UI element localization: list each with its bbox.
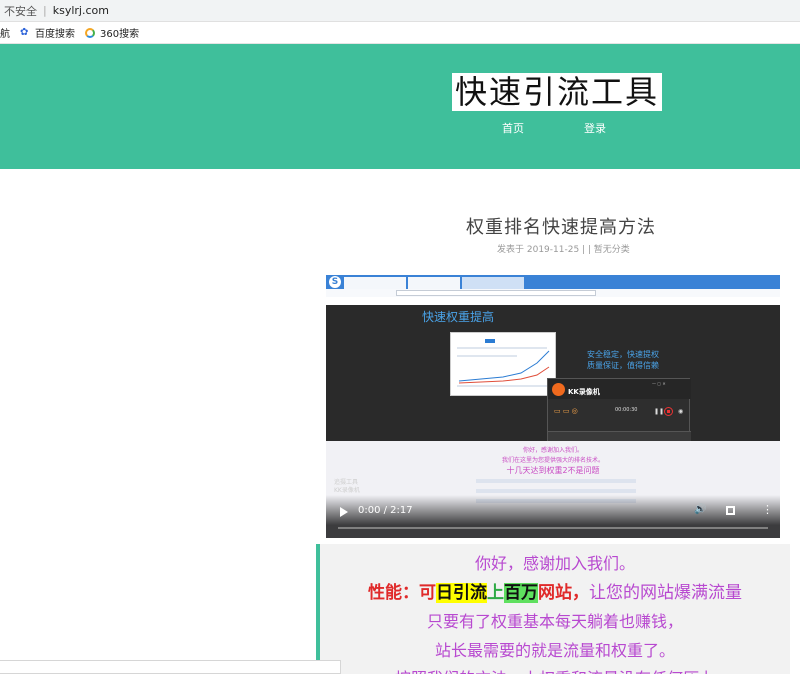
video-row	[476, 479, 636, 483]
volume-icon[interactable]: 🔊	[694, 504, 706, 515]
quote-site-word: 网站	[538, 583, 572, 603]
more-options-icon[interactable]: ⋮	[762, 504, 773, 515]
video-pink-line: 你好，感谢加入我们。	[522, 447, 583, 454]
security-status[interactable]: 不安全	[4, 3, 37, 19]
bookmark-label: 百度搜索	[35, 29, 75, 40]
post-title[interactable]: 权重排名快速提高方法	[466, 213, 656, 239]
highlight-million: 百万	[504, 583, 538, 603]
video-pink-big: 十几天达到权重2不是问题	[506, 466, 600, 475]
video-controls: 0:00 / 2:17 🔊 ⋮	[326, 495, 780, 538]
promo-quote-box: 你好，感谢加入我们。 性能：可日引流上百万网站，让您的网站爆满流量 只要有了权重…	[316, 544, 790, 674]
play-icon[interactable]	[340, 507, 348, 517]
bookmark-nav[interactable]: 航	[0, 25, 10, 40]
video-side-line: 质量保证，值得信赖	[587, 361, 659, 370]
browser-logo-icon: S	[329, 276, 341, 288]
kk-time: 00:00:30	[615, 407, 638, 413]
kk-logo-icon	[552, 383, 565, 396]
video-screenshot-thumb	[450, 332, 556, 396]
quote-line-2: 性能：可日引流上百万网站，让您的网站爆满流量	[320, 578, 790, 603]
video-bookmark-row	[326, 297, 780, 305]
video-url-field	[396, 290, 596, 296]
kk-window-buttons: — ▢ ✕	[652, 381, 666, 386]
thumb-chart	[458, 350, 550, 384]
fullscreen-icon[interactable]	[726, 506, 735, 515]
video-side-line: 安全稳定，快速提权	[587, 350, 659, 359]
address-separator: |	[43, 4, 47, 17]
quote-line-2-rest: 让您的网站爆满流量	[589, 583, 742, 603]
video-pink-line: 我们在这里为您提供强大的排名技术。	[501, 457, 604, 464]
highlight-daily-traffic: 日引流	[436, 583, 487, 603]
nav-login-link[interactable]: 登录	[584, 120, 606, 136]
video-tab	[344, 277, 406, 289]
quote-line-3: 只要有了权重基本每天躺着也赚钱，	[426, 612, 683, 631]
video-watermark: 追摄工具 KK录像机	[334, 479, 360, 495]
video-time: 0:00 / 2:17	[358, 505, 413, 516]
url-text[interactable]: ksylrj.com	[53, 4, 109, 17]
video-tab-strip: S	[326, 275, 780, 289]
360-search-icon	[85, 27, 95, 38]
kk-titlebar: KK录像机 — ▢ ✕	[548, 379, 691, 399]
quote-ke: 可	[419, 583, 436, 603]
performance-label: 性能：	[368, 583, 419, 603]
watermark-line: KK录像机	[334, 487, 360, 494]
video-url-row	[326, 289, 780, 297]
video-row	[476, 489, 636, 493]
bookmark-label: 360搜索	[100, 29, 140, 40]
post-meta: 发表于 2019-11-25 | | 暂无分类	[497, 245, 630, 255]
kk-pause-icon: ❚❚	[654, 408, 665, 415]
progress-track[interactable]	[338, 527, 768, 529]
quote-line-1: 你好，感谢加入我们。	[474, 554, 635, 573]
video-side-text: 安全稳定，快速提权 质量保证，值得信赖	[587, 349, 659, 371]
baidu-paw-icon: ✿	[20, 26, 29, 38]
watermark-line: 追摄工具	[334, 479, 359, 486]
quote-line-5: 按照我们的方法，上权重和流量没有任何压力	[320, 665, 790, 674]
bookmark-baidu[interactable]: ✿ 百度搜索	[20, 25, 75, 40]
kk-camera-icon: ◉	[678, 408, 684, 415]
kk-recorder-window: KK录像机 — ▢ ✕ ▭ ▭ ◎ 00:00:30 ❚❚ ◉	[547, 378, 691, 442]
kk-record-icon	[664, 407, 673, 416]
bookmark-360[interactable]: 360搜索	[85, 25, 139, 40]
nav-home-link[interactable]: 首页	[502, 120, 524, 136]
kk-name: KK录像机	[568, 388, 600, 396]
video-player[interactable]: S 快速权重提高 安全稳定，快速提权 质量保证，值得信赖 KK录像机 — ▢ ✕	[326, 275, 780, 538]
video-browser-chrome: S	[326, 275, 780, 305]
quote-line-4: 站长最需要的就是流量和权重了。	[434, 641, 675, 660]
site-title[interactable]: 快速引流工具	[452, 73, 663, 111]
bottom-left-input[interactable]	[0, 660, 341, 674]
address-bar[interactable]: 不安全 | ksylrj.com	[0, 0, 800, 22]
quote-shang: 上	[487, 583, 504, 603]
video-headline: 快速权重提高	[422, 310, 495, 324]
kk-mode-icons: ▭ ▭ ◎	[554, 407, 578, 415]
video-tab	[408, 277, 460, 289]
quote-comma: ，	[572, 583, 589, 603]
bookmark-label: 航	[0, 29, 10, 40]
video-tab	[462, 277, 524, 289]
bookmarks-bar: 航 ✿ 百度搜索 360搜索	[0, 22, 800, 44]
site-header: 快速引流工具 首页 登录	[0, 44, 800, 169]
